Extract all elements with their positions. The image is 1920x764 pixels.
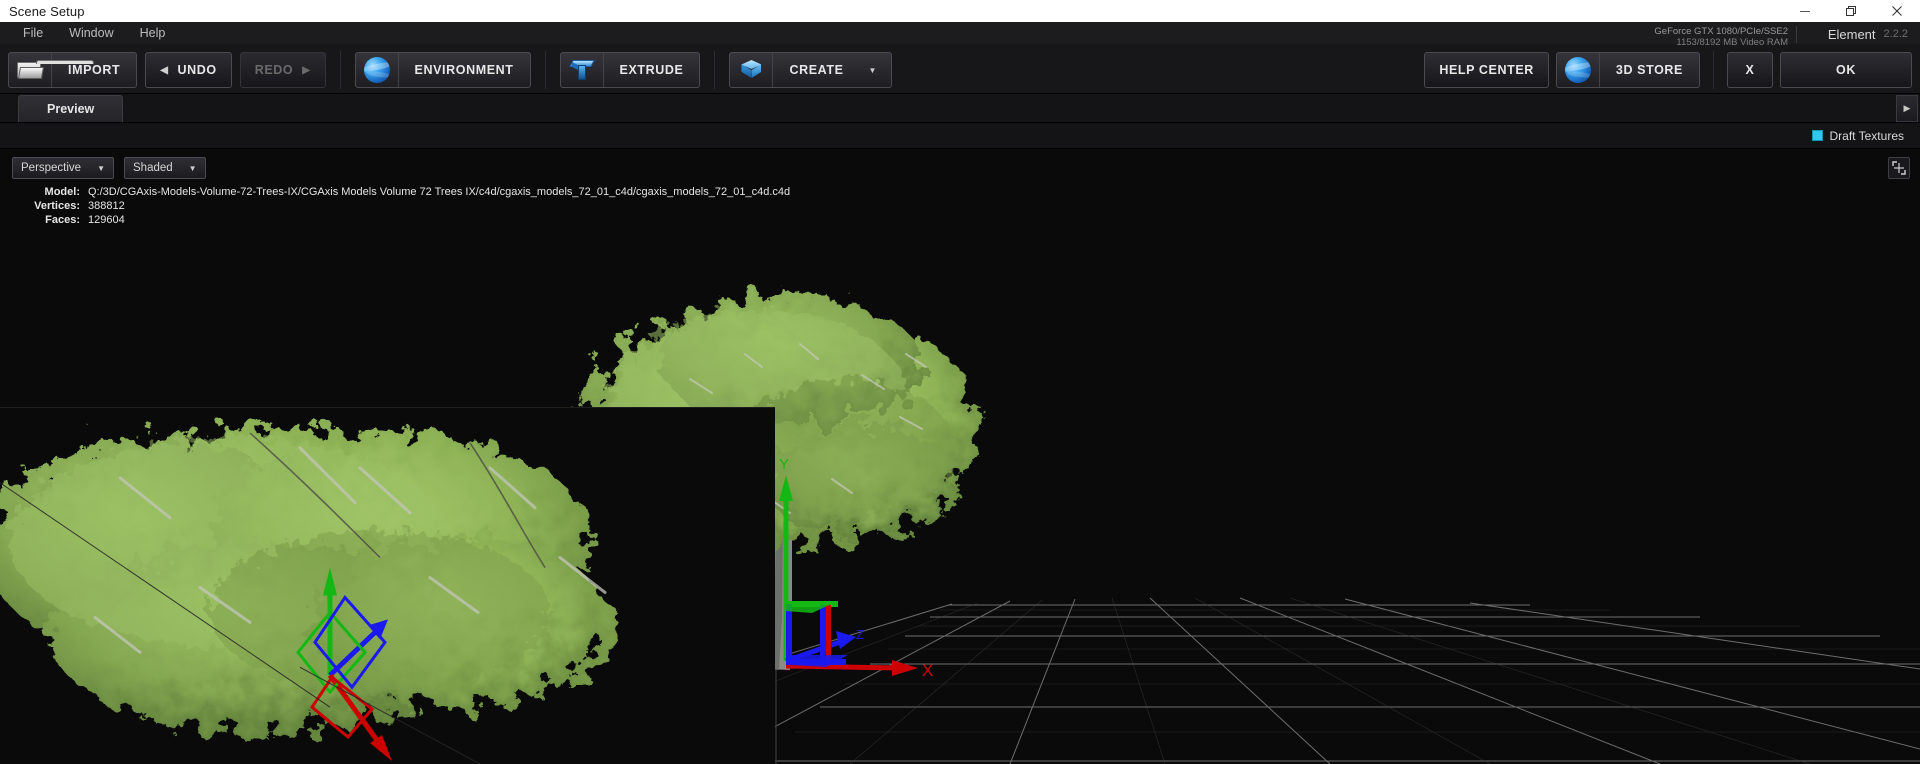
extrude-t-icon xyxy=(561,53,603,87)
model-path-value: Q:/3D/CGAxis-Models-Volume-72-Trees-IX/C… xyxy=(88,186,791,198)
camera-mode-select[interactable]: Perspective ▼ xyxy=(12,157,115,179)
restore-icon[interactable] xyxy=(1828,0,1874,22)
cancel-label: X xyxy=(1745,63,1755,77)
model-label: Model: xyxy=(44,186,80,198)
axis-x-label: X xyxy=(922,661,933,680)
tab-strip: Preview ▶ xyxy=(0,94,1920,123)
environment-button[interactable]: ENVIRONMENT xyxy=(354,52,531,88)
faces-row: Faces: 129604 xyxy=(18,213,790,227)
gpu-status: GeForce GTX 1080/PCIe/SSE2 1153/8192 MB … xyxy=(1558,24,1788,48)
tab-preview[interactable]: Preview xyxy=(18,95,124,122)
undo-label: UNDO xyxy=(177,63,217,77)
closeup-viewport[interactable] xyxy=(0,407,775,764)
close-icon[interactable] xyxy=(1874,0,1920,22)
chevron-down-icon: ▼ xyxy=(97,163,106,173)
gpu-name: GeForce GTX 1080/PCIe/SSE2 xyxy=(1654,26,1788,37)
ok-label: OK xyxy=(1836,63,1856,77)
environment-label: ENVIRONMENT xyxy=(414,63,514,77)
status-divider xyxy=(1796,26,1797,43)
model-info: Model: Q:/3D/CGAxis-Models-Volume-72-Tre… xyxy=(18,185,790,227)
product-name: Element xyxy=(1827,26,1876,42)
product-brand: Element 2.2.2 xyxy=(1828,24,1908,44)
store-label: 3D STORE xyxy=(1615,63,1683,77)
title-bar: Scene Setup xyxy=(0,0,1920,22)
vertices-value: 388812 xyxy=(88,200,125,212)
folder-icon xyxy=(9,53,94,87)
faces-value: 129604 xyxy=(88,214,125,226)
fit-to-view-icon[interactable] xyxy=(1888,157,1910,179)
main-toolbar: GeForce GTX 1080/PCIe/SSE2 1153/8192 MB … xyxy=(0,26,1920,94)
import-button[interactable]: IMPORT xyxy=(8,52,138,88)
minimize-icon[interactable] xyxy=(1782,0,1828,22)
toolbar-left-group: IMPORT ◀ UNDO REDO ▶ ENVIRONMENT EXTRUDE… xyxy=(8,51,893,89)
create-label: CREATE xyxy=(789,63,844,77)
product-version: 2.2.2 xyxy=(1883,28,1908,40)
menu-item-file[interactable]: File xyxy=(10,22,56,44)
arrow-right-icon: ▶ xyxy=(302,64,311,76)
help-center-label: HELP CENTER xyxy=(1439,63,1534,77)
shading-mode-select[interactable]: Shaded ▼ xyxy=(124,157,206,179)
model-path-row: Model: Q:/3D/CGAxis-Models-Volume-72-Tre… xyxy=(18,185,791,199)
redo-button[interactable]: REDO ▶ xyxy=(239,52,326,88)
window-controls xyxy=(1782,0,1920,22)
window-title: Scene Setup xyxy=(9,3,85,19)
chevron-down-icon: ▼ xyxy=(188,163,197,173)
toolbar-separator xyxy=(339,51,341,89)
toolbar-separator xyxy=(714,51,716,89)
faces-label: Faces: xyxy=(45,214,80,226)
gpu-memory: 1153/8192 MB Video RAM xyxy=(1676,37,1788,48)
draft-textures-label: Draft Textures xyxy=(1829,128,1904,143)
vertices-label: Vertices: xyxy=(34,200,80,212)
globe-icon xyxy=(356,53,398,87)
chevron-down-icon: ▼ xyxy=(868,65,878,75)
extrude-label: EXTRUDE xyxy=(619,63,684,77)
undo-button[interactable]: ◀ UNDO xyxy=(145,52,232,88)
arrow-left-icon: ◀ xyxy=(160,64,169,76)
camera-mode-value: Perspective xyxy=(21,162,82,174)
toolbar-separator xyxy=(1713,51,1714,89)
toolbar-separator xyxy=(544,51,546,89)
redo-label: REDO xyxy=(254,63,294,77)
create-button[interactable]: CREATE ▼ xyxy=(729,52,893,88)
vertices-row: Vertices: 388812 xyxy=(18,199,790,213)
menu-item-help[interactable]: Help xyxy=(127,22,179,44)
import-label: IMPORT xyxy=(68,63,121,77)
help-center-button[interactable]: HELP CENTER xyxy=(1424,52,1549,88)
toolbar-right-group: HELP CENTER 3D STORE X OK xyxy=(1424,51,1912,89)
menu-item-window[interactable]: Window xyxy=(56,22,126,44)
axis-y-label: Y xyxy=(779,456,789,473)
viewport-controls: Perspective ▼ Shaded ▼ xyxy=(12,157,206,179)
tab-preview-label: Preview xyxy=(47,102,95,116)
shading-mode-value: Shaded xyxy=(133,162,173,174)
store-button[interactable]: 3D STORE xyxy=(1555,52,1700,88)
options-row: Draft Textures xyxy=(0,123,1920,149)
cancel-button[interactable]: X xyxy=(1727,52,1773,88)
draft-textures-toggle[interactable]: Draft Textures xyxy=(1811,128,1904,143)
axis-z-label: Z xyxy=(856,627,864,642)
scene-setup-window: Scene Setup File Window Help GeForce GTX… xyxy=(0,0,1920,764)
checkbox-icon[interactable] xyxy=(1811,130,1823,141)
ok-button[interactable]: OK xyxy=(1780,52,1912,88)
globe-icon xyxy=(1557,53,1599,87)
extrude-button[interactable]: EXTRUDE xyxy=(559,52,701,88)
closeup-scene xyxy=(0,408,775,764)
preview-viewport[interactable]: Y Z X Perspective ▼ Shaded ▼ Model: Q:/3… xyxy=(0,149,1920,764)
tab-scroll-right-icon[interactable]: ▶ xyxy=(1896,95,1918,122)
cube-icon xyxy=(730,53,772,87)
